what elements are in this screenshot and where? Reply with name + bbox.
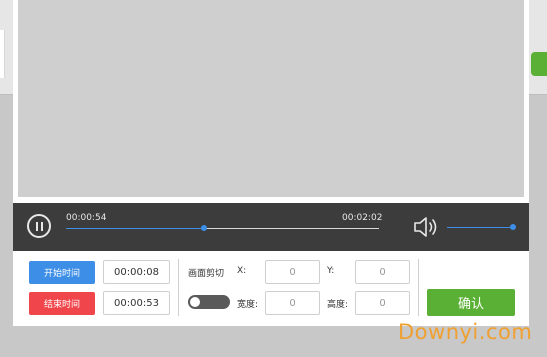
y-field[interactable]: 0 (355, 260, 410, 284)
progress-handle[interactable] (200, 225, 207, 231)
volume-icon[interactable] (413, 215, 441, 239)
divider (418, 259, 419, 316)
progress-slider[interactable] (66, 225, 379, 231)
progress-fill (66, 228, 204, 229)
start-time-field[interactable]: 00:00:08 (103, 260, 170, 284)
divider (178, 259, 179, 316)
end-time-field[interactable]: 00:00:53 (103, 291, 170, 315)
y-label: Y: (327, 266, 335, 276)
volume-handle[interactable] (510, 224, 516, 230)
height-label: 高度: (327, 300, 349, 310)
x-field[interactable]: 0 (265, 260, 320, 284)
background-panel-edge (0, 30, 5, 78)
width-label: 宽度: (237, 300, 259, 310)
width-field[interactable]: 0 (265, 291, 320, 315)
pause-icon[interactable] (27, 214, 51, 238)
crop-label: 画面剪切 (188, 269, 225, 279)
player-bar: 00:00:54 00:02:02 (13, 203, 529, 251)
crop-toggle[interactable] (188, 295, 230, 309)
x-label: X: (237, 266, 247, 276)
total-time: 00:02:02 (342, 213, 383, 223)
current-time: 00:00:54 (66, 213, 107, 223)
video-preview[interactable] (16, 0, 526, 199)
confirm-button[interactable]: 确认 (427, 289, 515, 316)
watermark-logo: Downyi.com (398, 320, 533, 344)
height-field[interactable]: 0 (355, 291, 410, 315)
start-time-button[interactable]: 开始时间 (29, 261, 95, 284)
clip-controls: 开始时间 00:00:08 结束时间 00:00:53 画面剪切 X: 0 Y:… (13, 251, 529, 326)
volume-slider[interactable] (447, 224, 516, 230)
background-green-tab (531, 52, 547, 76)
end-time-button[interactable]: 结束时间 (29, 292, 95, 315)
video-clip-dialog: 00:00:54 00:02:02 开始时间 00:00:08 结束时间 00:… (13, 0, 529, 326)
